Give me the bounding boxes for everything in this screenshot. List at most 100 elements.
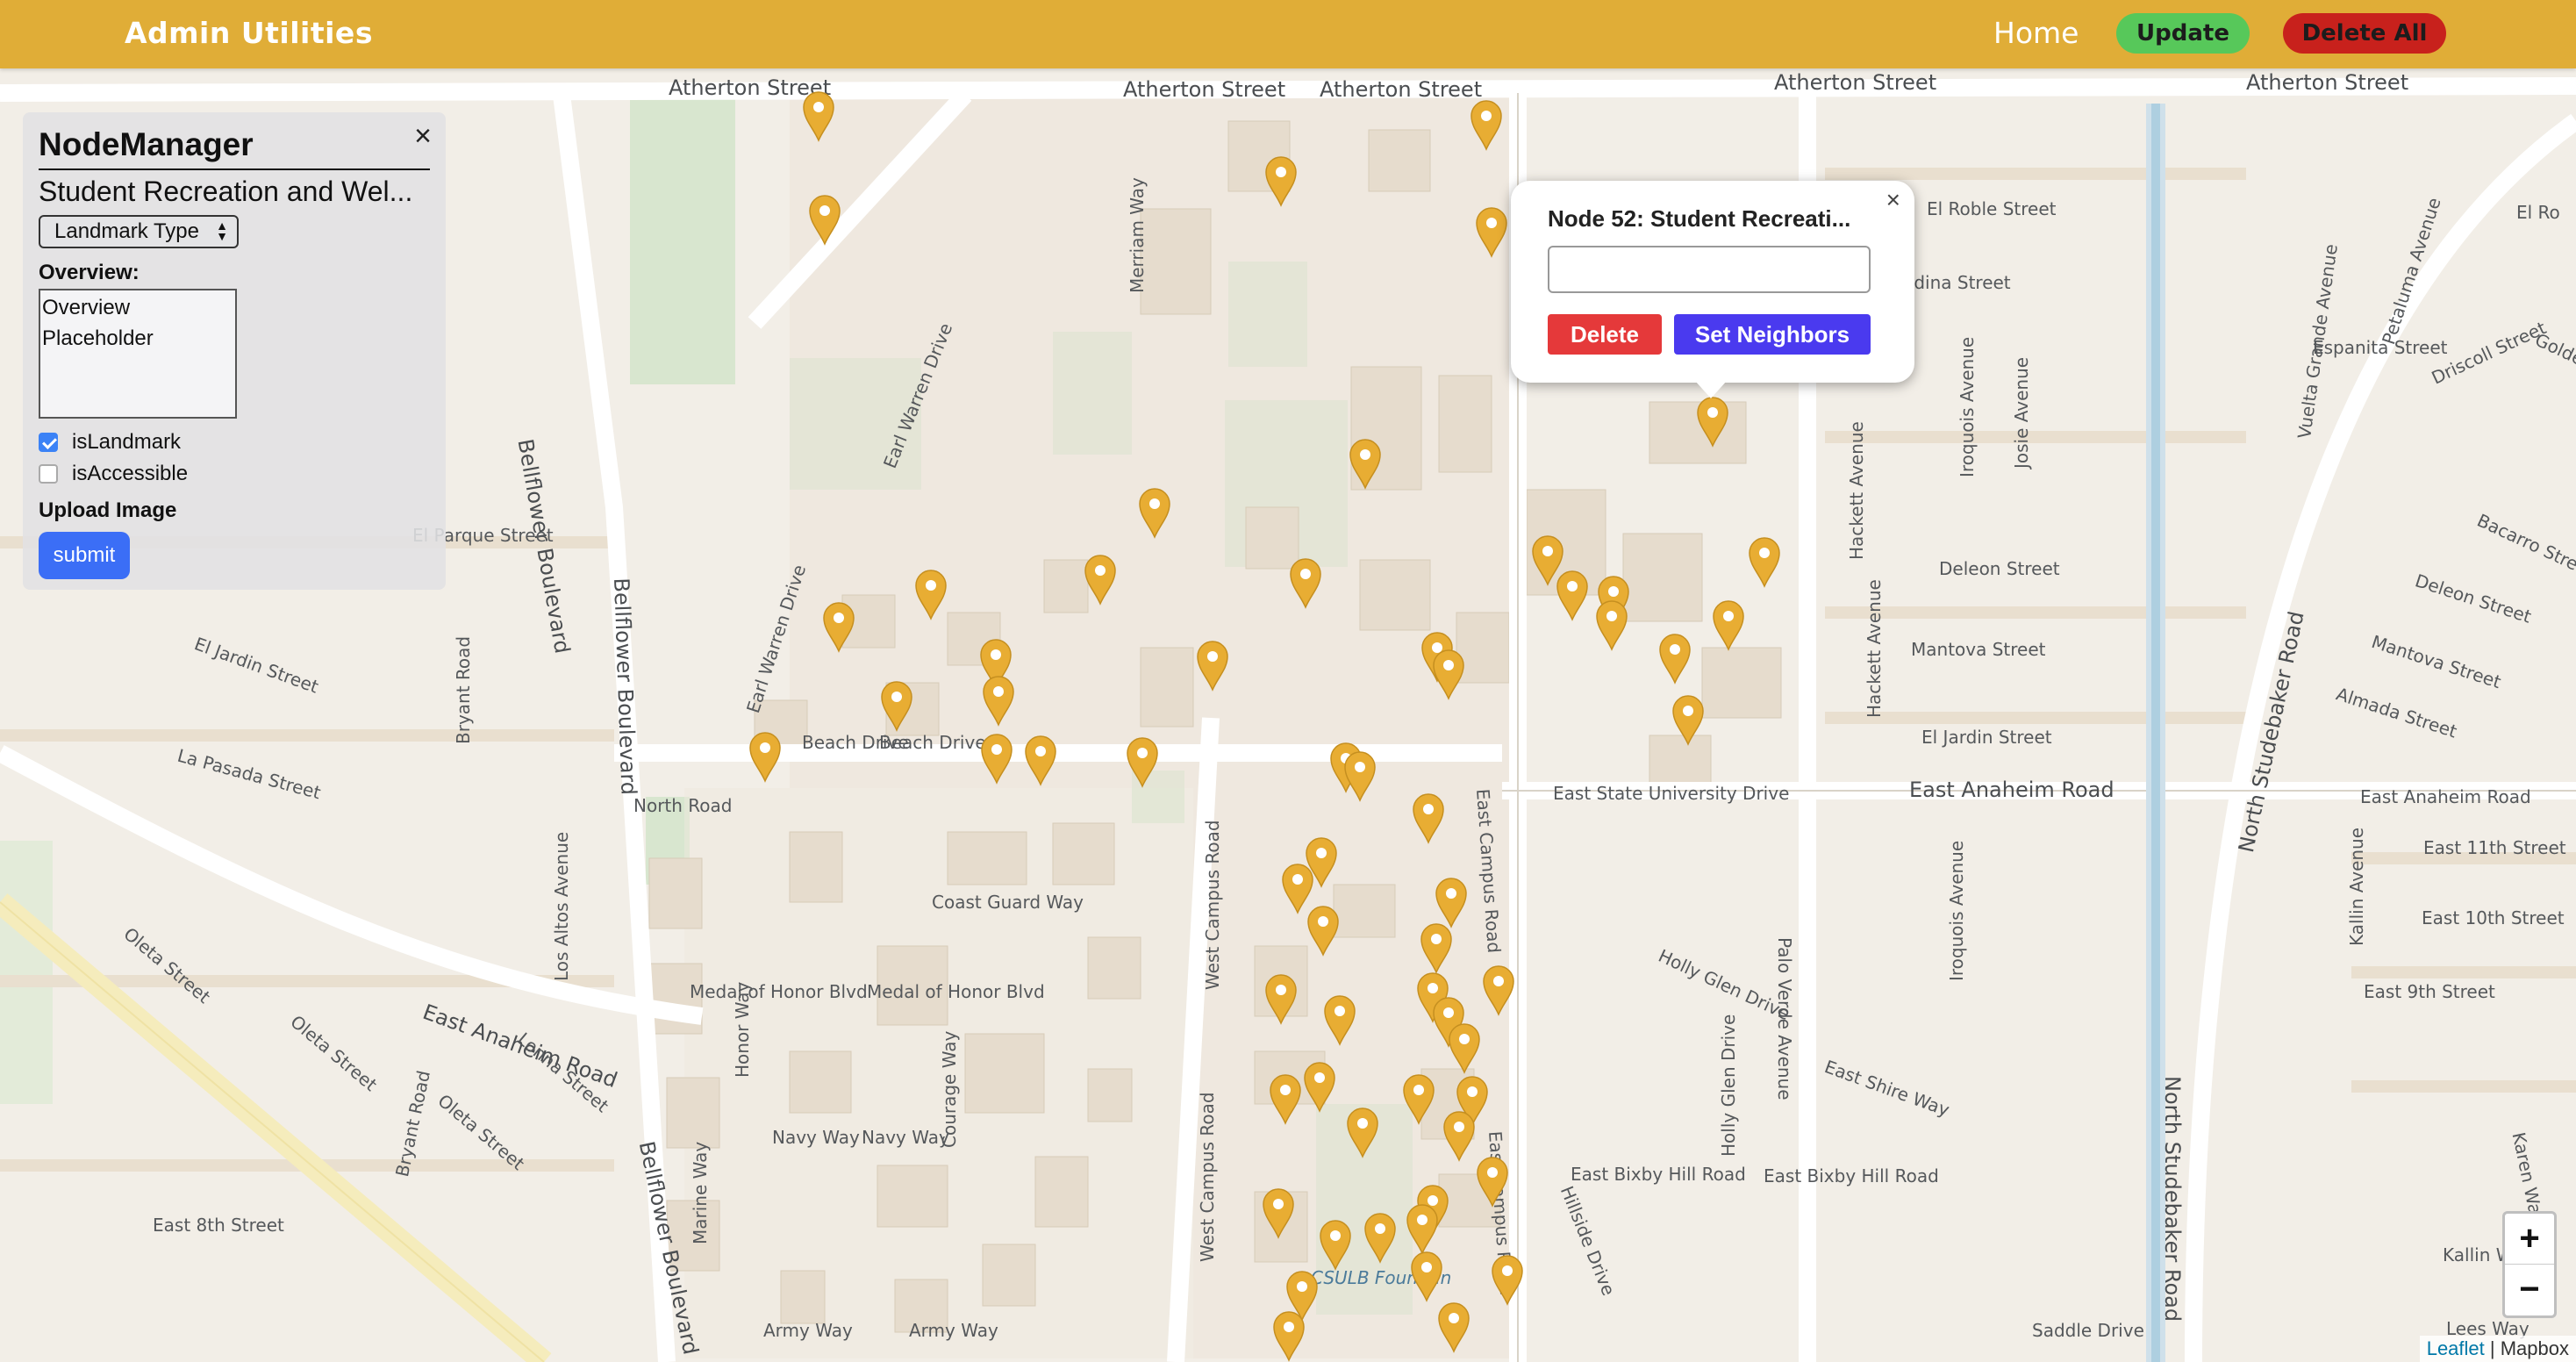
landmark-type-select[interactable]: Landmark Type ▲ ▼ xyxy=(39,215,239,248)
map-marker-icon[interactable] xyxy=(1405,1202,1440,1255)
is-accessible-checkbox[interactable] xyxy=(39,464,58,484)
map-marker-icon[interactable] xyxy=(748,730,783,783)
is-accessible-row[interactable]: isAccessible xyxy=(39,462,430,486)
app-title[interactable]: Admin Utilities xyxy=(125,16,373,50)
zoom-out-button[interactable]: − xyxy=(2505,1265,2554,1315)
street-label: Mantova Street xyxy=(1911,639,2046,660)
overview-textarea[interactable]: Overview Placeholder xyxy=(39,289,237,419)
street-label: Atherton Street xyxy=(1774,70,1937,95)
map-marker-icon[interactable] xyxy=(821,600,856,653)
map-marker-icon[interactable] xyxy=(1711,599,1746,651)
upload-image-label[interactable]: Upload Image xyxy=(39,498,430,523)
delete-all-button[interactable]: Delete All xyxy=(2283,13,2446,54)
map-marker-icon[interactable] xyxy=(1419,921,1454,974)
map-marker-icon[interactable] xyxy=(1195,639,1230,692)
street-label: Atherton Street xyxy=(1320,77,1483,102)
map-marker-icon[interactable] xyxy=(1288,556,1323,609)
map-marker-icon[interactable] xyxy=(1261,1186,1296,1239)
map-marker-icon[interactable] xyxy=(1342,749,1377,802)
is-landmark-label: isLandmark xyxy=(72,430,182,454)
map-marker-icon[interactable] xyxy=(981,674,1016,727)
map-marker-icon[interactable] xyxy=(1474,205,1509,258)
map-marker-icon[interactable] xyxy=(1442,1109,1477,1162)
map-marker-icon[interactable] xyxy=(807,193,842,246)
submit-button[interactable]: submit xyxy=(39,532,130,579)
map-marker-icon[interactable] xyxy=(1322,993,1357,1046)
map-marker-icon[interactable] xyxy=(1401,1072,1436,1125)
street-label: Beach Drive xyxy=(879,732,986,753)
landmark-type-value: Landmark Type xyxy=(54,219,199,243)
street-label: El Roble Street xyxy=(1927,198,2057,219)
street-label: Medal of Honor Blvd xyxy=(867,981,1045,1002)
map-marker-icon[interactable] xyxy=(1263,972,1299,1025)
map-marker-icon[interactable] xyxy=(1363,1211,1398,1264)
map-marker-icon[interactable] xyxy=(1268,1072,1303,1125)
map-marker-icon[interactable] xyxy=(1271,1309,1306,1362)
map-marker-icon[interactable] xyxy=(1490,1253,1525,1306)
street-label: Bryant Road xyxy=(453,635,474,744)
is-landmark-checkbox[interactable] xyxy=(39,433,58,452)
street-label: East State University Drive xyxy=(1553,783,1790,804)
zoom-control: + − xyxy=(2502,1211,2557,1318)
neighbor-input[interactable] xyxy=(1548,246,1871,293)
set-neighbors-button[interactable]: Set Neighbors xyxy=(1674,314,1871,355)
map-marker-icon[interactable] xyxy=(1695,395,1730,448)
home-link[interactable]: Home xyxy=(1993,16,2079,50)
map-marker-icon[interactable] xyxy=(1447,1022,1482,1074)
map-marker-icon[interactable] xyxy=(1657,632,1692,685)
street-label: Saddle Drive xyxy=(2032,1320,2144,1341)
street-label: El Jardin Street xyxy=(1921,727,2052,748)
close-icon[interactable]: × xyxy=(414,119,432,154)
street-label: Courage Way xyxy=(939,1030,960,1148)
street-label: Kallin Avenue xyxy=(2346,827,2367,946)
select-arrows-icon: ▲ ▼ xyxy=(216,219,228,243)
map-marker-icon[interactable] xyxy=(1125,735,1160,788)
map-marker-icon[interactable] xyxy=(801,90,836,142)
map-marker-icon[interactable] xyxy=(1671,693,1706,746)
map-marker-icon[interactable] xyxy=(1318,1218,1353,1271)
street-label: East Anaheim Road xyxy=(1909,778,2114,802)
map-marker-icon[interactable] xyxy=(1481,964,1516,1016)
map-marker-icon[interactable] xyxy=(1475,1155,1510,1208)
street-label: Marine Way xyxy=(690,1141,711,1244)
map-marker-icon[interactable] xyxy=(1594,599,1629,651)
street-label: Hackett Avenue xyxy=(1846,421,1867,560)
map-marker-icon[interactable] xyxy=(1137,486,1172,539)
delete-node-button[interactable]: Delete xyxy=(1548,314,1662,355)
street-label: Atherton Street xyxy=(2246,70,2409,95)
map-marker-icon[interactable] xyxy=(1431,648,1466,700)
map-marker-icon[interactable] xyxy=(1747,535,1782,588)
map-marker-icon[interactable] xyxy=(1023,734,1058,786)
street-label: Josie Avenue xyxy=(2011,356,2032,469)
map-marker-icon[interactable] xyxy=(1436,1301,1471,1353)
map-marker-icon[interactable] xyxy=(979,732,1014,785)
update-button[interactable]: Update xyxy=(2116,13,2250,54)
is-landmark-row[interactable]: isLandmark xyxy=(39,430,430,455)
street-label: West Campus Road xyxy=(1202,820,1223,990)
street-label: Atherton Street xyxy=(1123,77,1286,102)
map-marker-icon[interactable] xyxy=(879,679,914,732)
map-marker-icon[interactable] xyxy=(1434,876,1469,928)
street-label: Deleon Street xyxy=(1939,558,2060,579)
map-marker-icon[interactable] xyxy=(1409,1250,1444,1302)
zoom-in-button[interactable]: + xyxy=(2505,1214,2554,1265)
map-marker-icon[interactable] xyxy=(1555,569,1590,621)
street-label: East 8th Street xyxy=(153,1215,284,1236)
map-marker-icon[interactable] xyxy=(1469,98,1504,151)
map-marker-icon[interactable] xyxy=(1302,1060,1337,1113)
map-marker-icon[interactable] xyxy=(1348,437,1383,490)
map-attribution: Leaflet | Mapbox xyxy=(2419,1336,2576,1362)
map-marker-icon[interactable] xyxy=(1345,1106,1380,1158)
map-marker-icon[interactable] xyxy=(913,568,948,620)
street-label: El Ro xyxy=(2516,202,2560,223)
map-marker-icon[interactable] xyxy=(1411,792,1446,844)
street-label: Navy Way xyxy=(772,1127,860,1148)
close-icon[interactable]: × xyxy=(1886,186,1900,214)
map-marker-icon[interactable] xyxy=(1083,553,1118,606)
street-label: East 9th Street xyxy=(2364,981,2495,1002)
map-marker-icon[interactable] xyxy=(1263,154,1299,207)
map-marker-icon[interactable] xyxy=(1306,904,1341,957)
street-label: East Bixby Hill Road xyxy=(1571,1164,1746,1185)
leaflet-link[interactable]: Leaflet xyxy=(2427,1337,2485,1359)
node-name: Student Recreation and Wel... xyxy=(39,176,413,207)
